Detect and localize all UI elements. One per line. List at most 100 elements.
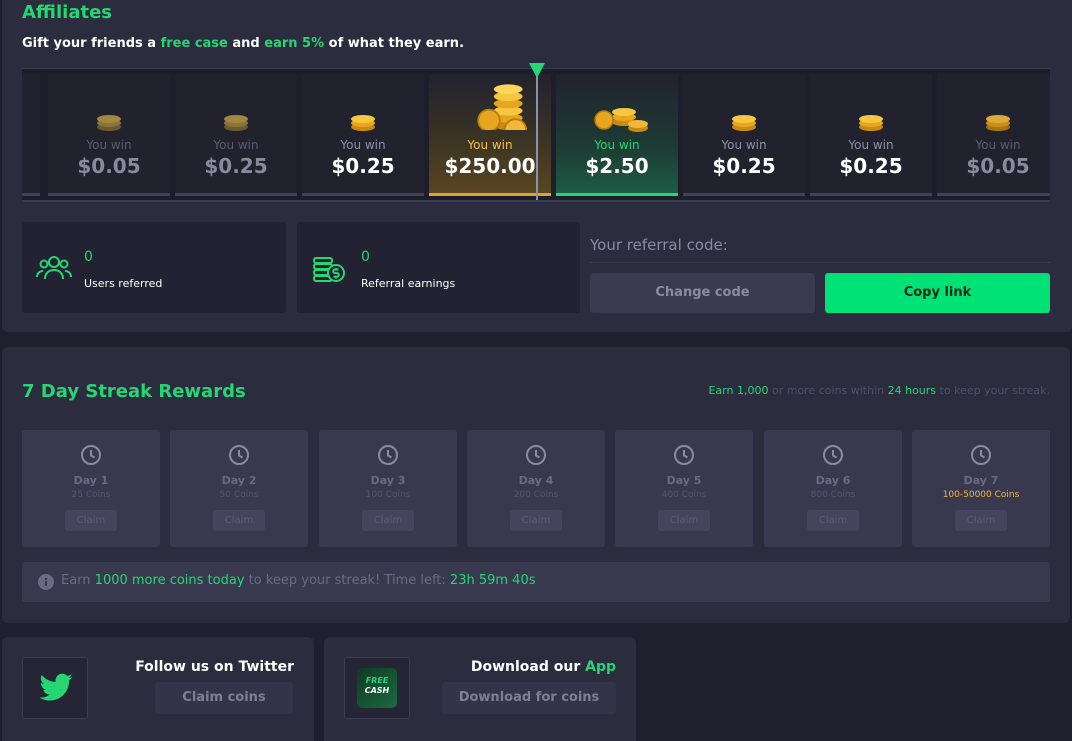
spinner-card-label: You win [848,138,894,152]
streak-day-2: Day 2 50 Coins Claim [170,430,308,547]
download-for-coins-button[interactable]: Download for coins [442,682,616,714]
referral-earnings-label: Referral earnings [361,277,456,290]
day-name: Day 3 [370,474,406,487]
subtitle-highlight-free-case: free case [160,36,228,51]
coin-stack-icon [986,115,1010,131]
day-name: Day 1 [73,474,109,487]
day-coins: 25 Coins [71,490,111,500]
streak-note: Earn 1,000 or more coins within 24 hours… [708,384,1050,397]
spinner-card-label: You win [467,138,513,152]
streak-day-5: Day 5 400 Coins Claim [615,430,753,547]
clock-icon [674,445,694,465]
referral-code-label: Your referral code: [590,236,728,254]
app-title: Download our App [471,659,616,675]
users-referred-label: Users referred [84,277,163,290]
coins-dollar-icon [313,257,345,282]
clock-icon [378,445,398,465]
claim-button[interactable]: Claim [362,510,414,531]
spinner-card: You win $0.05 [937,74,1050,196]
spinner-card: You win $0.25 [175,74,297,196]
spinner-card-value: $0.05 [966,154,1030,178]
day-coins: 100-50000 Coins [942,490,1020,500]
spinner-card-label: You win [975,138,1021,152]
streak-day-1: Day 1 25 Coins Claim [22,430,160,547]
subtitle-text: Gift your friends a [22,36,161,51]
time-text: Earn [61,573,95,588]
day-name: Day 2 [221,474,257,487]
time-text: to keep your streak! Time left: [244,573,450,588]
coin-pile-icon [477,84,528,130]
spinner-card: You win $0.25 [810,74,932,196]
subtitle-text: of what they earn. [324,36,465,51]
coin-stack-icon [97,115,121,131]
coin-stack-icon [224,115,248,131]
stat-referral-earnings: 0 Referral earnings [297,222,580,313]
referral-code-divider [590,262,1050,263]
clock-icon [526,445,546,465]
change-code-button[interactable]: Change code [590,273,815,313]
case-spinner: You win $0.05 You win $0.25 You win $0.2… [22,68,1050,202]
spinner-card: You win $0.05 [48,74,170,196]
streak-time-text: Earn 1000 more coins today to keep your … [61,573,536,588]
spinner-card-value: $0.25 [839,154,903,178]
spinner-card-label: You win [340,138,386,152]
day-coins: 200 Coins [513,490,559,500]
coin-stacks-icon [594,108,648,132]
info-icon [38,574,54,590]
streak-note-text: to keep your streak. [936,384,1050,397]
streak-day-7: Day 7 100-50000 Coins Claim [912,430,1050,547]
freecash-logo: FREE CASH [357,668,397,708]
spinner-card-label: You win [594,138,640,152]
streak-day-4: Day 4 200 Coins Claim [467,430,605,547]
claim-button[interactable]: Claim [658,510,710,531]
subtitle-highlight-earn: earn 5% [264,36,325,51]
spinner-card-label: You win [213,138,259,152]
spinner-card-value: $250.00 [444,154,536,178]
spinner-card-value: $0.25 [712,154,776,178]
app-title-text: Download our [470,659,586,675]
claim-button[interactable]: Claim [807,510,859,531]
coin-stack-icon [732,115,756,131]
clock-icon [971,445,991,465]
day-name: Day 4 [518,474,554,487]
claim-coins-button[interactable]: Claim coins [155,682,293,714]
users-referred-count: 0 [84,249,93,265]
logo-text-cash: CASH [364,686,390,695]
streak-note-highlight: 24 hours [887,384,937,397]
streak-day-6: Day 6 800 Coins Claim [764,430,902,547]
twitter-logo-box [22,657,88,719]
claim-button[interactable]: Claim [510,510,562,531]
claim-button[interactable]: Claim [213,510,265,531]
day-coins: 400 Coins [661,490,707,500]
clock-icon [823,445,843,465]
twitter-title: Follow us on Twitter [135,659,294,675]
referral-earnings-value: 0 [361,249,370,265]
spinner-card-highlighted: You win $250.00 [429,74,551,196]
streak-title: 7 Day Streak Rewards [22,381,246,402]
claim-button[interactable]: Claim [955,510,1007,531]
spinner-card-value: $0.25 [331,154,395,178]
claim-button[interactable]: Claim [65,510,117,531]
spinner-card-partial [22,74,40,196]
spinner-pointer-line [536,69,538,200]
copy-link-button[interactable]: Copy link [825,273,1050,313]
streak-time-bar: Earn 1000 more coins today to keep your … [22,562,1050,602]
spinner-card-value: $0.05 [77,154,141,178]
logo-text-free: FREE [365,676,389,685]
spinner-card: You win $0.25 [683,74,805,196]
spinner-card-label: You win [721,138,767,152]
coin-stack-icon [351,115,375,131]
users-icon [36,256,72,280]
spinner-card-value: $0.25 [204,154,268,178]
day-name: Day 7 [963,474,999,487]
spinner-card-label: You win [86,138,132,152]
twitter-icon [39,673,73,701]
spinner-card: You win $0.25 [302,74,424,196]
day-coins: 800 Coins [810,490,856,500]
clock-icon [81,445,101,465]
app-logo-box: FREE CASH [344,657,410,719]
clock-icon [229,445,249,465]
app-title-highlight: App [585,659,616,675]
spinner-card-value: $2.50 [585,154,649,178]
day-coins: 50 Coins [219,490,259,500]
